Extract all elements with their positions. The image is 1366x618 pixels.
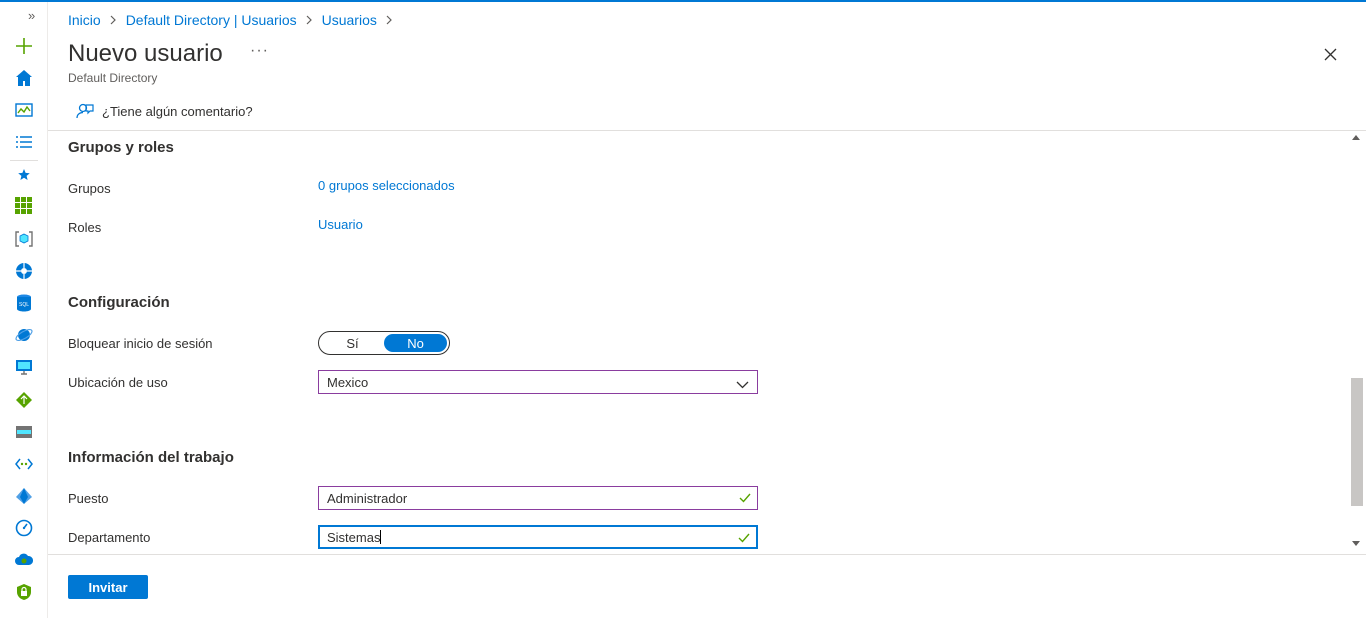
usage-location-value: Mexico bbox=[327, 375, 369, 390]
usage-location-label: Ubicación de uso bbox=[68, 375, 168, 390]
close-button[interactable] bbox=[1320, 44, 1340, 64]
scroll-down-arrow[interactable] bbox=[1352, 541, 1360, 546]
top-accent-line bbox=[0, 0, 1366, 2]
virtual-network-icon[interactable] bbox=[14, 454, 34, 474]
department-label: Departamento bbox=[68, 530, 151, 545]
breadcrumb-item-usuarios[interactable]: Usuarios bbox=[322, 12, 377, 28]
app-services-icon[interactable] bbox=[14, 261, 34, 281]
job-title-input[interactable]: Administrador bbox=[318, 486, 758, 510]
section-title-groups-roles: Grupos y roles bbox=[68, 139, 174, 156]
scrollbar-thumb[interactable] bbox=[1351, 378, 1363, 506]
storage-icon[interactable] bbox=[14, 422, 34, 442]
department-value: Sistemas bbox=[327, 530, 381, 545]
usage-location-dropdown[interactable]: Mexico bbox=[318, 370, 758, 394]
plus-icon[interactable] bbox=[14, 36, 34, 56]
feedback-link[interactable]: ¿Tiene algún comentario? bbox=[76, 102, 253, 120]
left-nav: » SQL bbox=[0, 2, 48, 618]
breadcrumb-item-inicio[interactable]: Inicio bbox=[68, 12, 101, 28]
checkmark-icon bbox=[739, 491, 751, 506]
svg-text:SQL: SQL bbox=[19, 302, 29, 308]
all-services-icon[interactable] bbox=[14, 196, 34, 216]
footer-divider bbox=[48, 554, 1366, 555]
dashboard-icon[interactable] bbox=[14, 100, 34, 120]
more-options-button[interactable]: ··· bbox=[250, 42, 269, 60]
sql-icon[interactable]: SQL bbox=[14, 293, 34, 313]
department-input[interactable]: Sistemas bbox=[318, 525, 758, 549]
header-divider bbox=[48, 130, 1366, 131]
star-icon[interactable] bbox=[14, 165, 34, 185]
load-balancer-icon[interactable] bbox=[14, 390, 34, 410]
page-title: Nuevo usuario bbox=[68, 40, 223, 67]
virtual-machine-icon[interactable] bbox=[14, 357, 34, 377]
azure-ad-icon[interactable] bbox=[14, 486, 34, 506]
section-title-configuration: Configuración bbox=[68, 294, 170, 311]
chevron-down-icon bbox=[736, 377, 749, 392]
checkmark-icon bbox=[738, 531, 750, 546]
section-title-job-info: Información del trabajo bbox=[68, 449, 234, 466]
page-subtitle: Default Directory bbox=[68, 71, 158, 85]
security-center-icon[interactable] bbox=[14, 582, 34, 602]
nav-separator bbox=[10, 160, 38, 161]
chevron-right-icon bbox=[386, 13, 393, 28]
expand-nav-icon[interactable]: » bbox=[28, 9, 35, 23]
home-icon[interactable] bbox=[14, 68, 34, 88]
roles-link[interactable]: Usuario bbox=[318, 217, 363, 232]
breadcrumb-item-directory[interactable]: Default Directory | Usuarios bbox=[126, 12, 297, 28]
cosmos-icon[interactable] bbox=[14, 325, 34, 345]
block-signin-label: Bloquear inicio de sesión bbox=[68, 336, 213, 351]
groups-link[interactable]: 0 grupos seleccionados bbox=[318, 178, 455, 193]
job-title-label: Puesto bbox=[68, 491, 109, 506]
chevron-right-icon bbox=[110, 13, 117, 28]
scroll-up-arrow[interactable] bbox=[1352, 135, 1360, 140]
resource-group-icon[interactable] bbox=[14, 229, 34, 249]
breadcrumb: Inicio Default Directory | Usuarios Usua… bbox=[68, 12, 402, 28]
groups-label: Grupos bbox=[68, 181, 111, 196]
job-title-value: Administrador bbox=[327, 491, 408, 506]
invite-button[interactable]: Invitar bbox=[68, 575, 148, 599]
advisor-icon[interactable] bbox=[14, 550, 34, 570]
feedback-label: ¿Tiene algún comentario? bbox=[102, 103, 253, 119]
monitor-icon[interactable] bbox=[14, 518, 34, 538]
roles-label: Roles bbox=[68, 220, 102, 235]
feedback-icon bbox=[76, 103, 94, 119]
close-icon bbox=[1324, 48, 1336, 60]
toggle-option-yes[interactable]: Sí bbox=[321, 334, 384, 352]
list-icon[interactable] bbox=[14, 132, 34, 152]
block-signin-toggle[interactable]: Sí No bbox=[318, 331, 450, 355]
toggle-option-no[interactable]: No bbox=[384, 334, 447, 352]
chevron-right-icon bbox=[306, 13, 313, 28]
text-caret bbox=[380, 530, 382, 544]
